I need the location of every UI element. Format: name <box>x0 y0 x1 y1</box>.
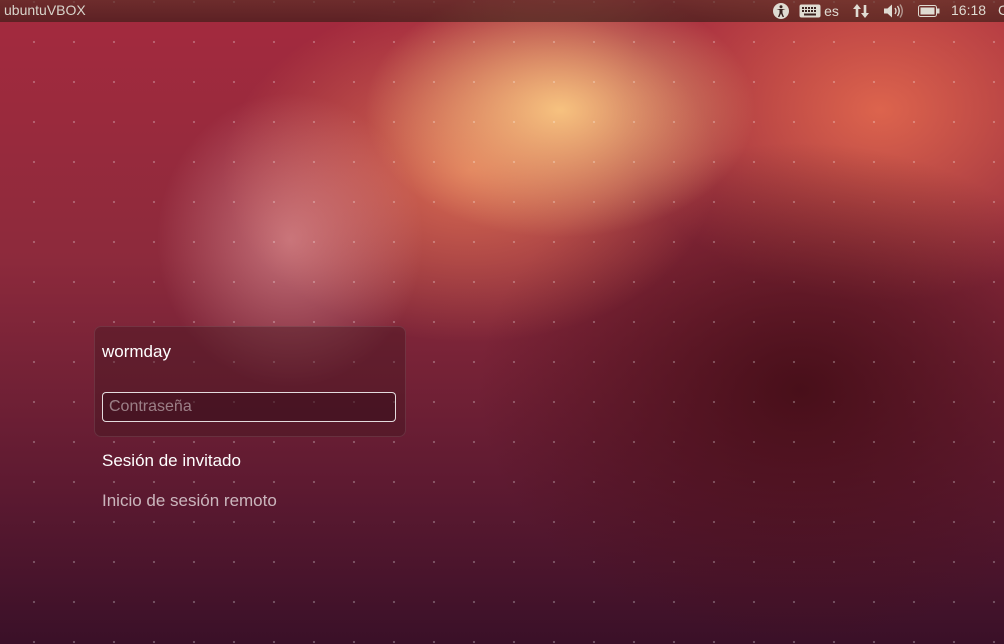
remote-login-option[interactable]: Inicio de sesión remoto <box>102 491 277 511</box>
volume-icon <box>884 4 903 18</box>
battery-indicator[interactable] <box>918 0 940 22</box>
user-name[interactable]: wormday <box>102 342 171 362</box>
keyboard-layout-label: es <box>824 3 839 19</box>
sound-indicator[interactable] <box>882 0 906 22</box>
network-indicator[interactable] <box>850 0 872 22</box>
guest-session-option[interactable]: Sesión de invitado <box>102 451 241 471</box>
accessibility-icon <box>773 3 789 19</box>
top-panel: ubuntuVBOX es 16:18 C <box>0 0 1004 22</box>
host-name: ubuntuVBOX <box>4 2 86 18</box>
user-login-box[interactable]: wormday <box>94 326 406 437</box>
battery-icon <box>918 5 940 17</box>
login-screen: ubuntuVBOX es 16:18 C wormday Sesión de … <box>0 0 1004 644</box>
keyboard-indicator[interactable]: es <box>798 0 840 22</box>
accessibility-indicator[interactable] <box>771 0 791 22</box>
background-dot-grid <box>0 0 1004 644</box>
keyboard-icon <box>799 4 821 18</box>
power-indicator[interactable]: C <box>998 2 1004 16</box>
password-input[interactable] <box>102 392 396 422</box>
clock[interactable]: 16:18 <box>951 2 986 18</box>
network-icon <box>853 4 869 18</box>
